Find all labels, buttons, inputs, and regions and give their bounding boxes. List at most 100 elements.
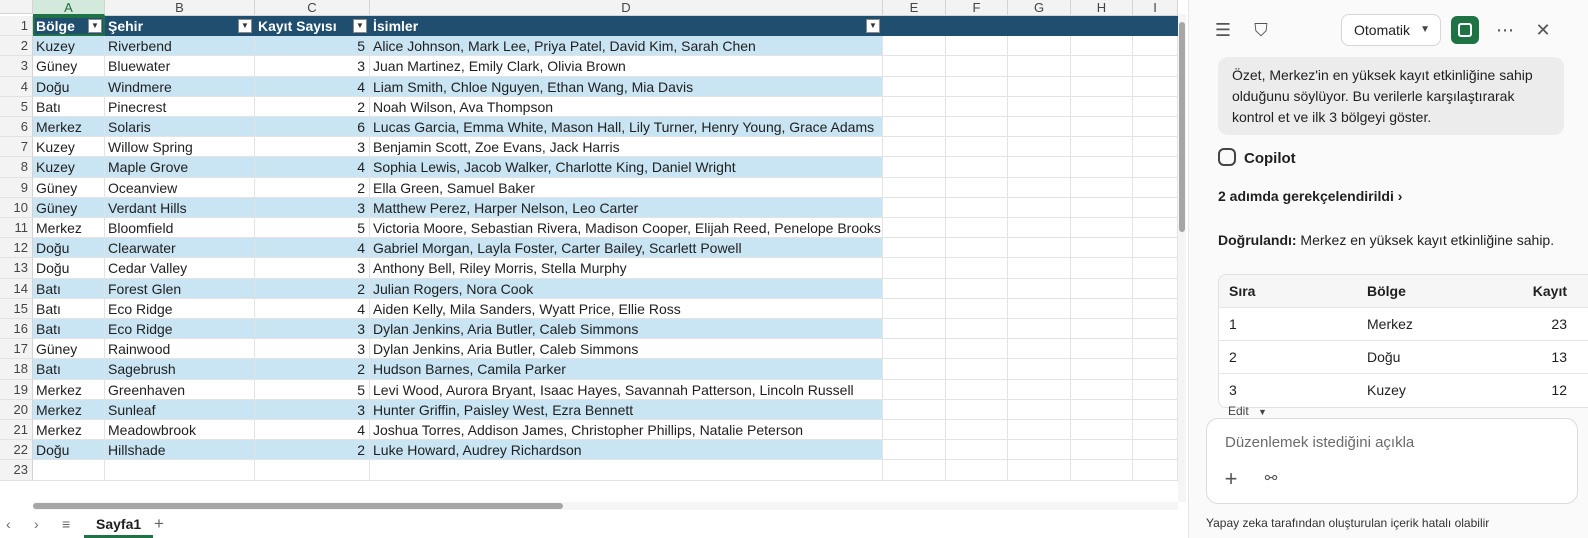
cell[interactable] bbox=[1008, 359, 1071, 380]
cell[interactable]: 3 bbox=[255, 339, 370, 360]
cell[interactable] bbox=[1133, 258, 1178, 279]
cell[interactable]: Kuzey bbox=[33, 137, 105, 158]
column-header-i[interactable]: I bbox=[1133, 0, 1178, 16]
cell[interactable] bbox=[1071, 258, 1133, 279]
table-header-cell[interactable]: Bölge ▼ bbox=[33, 16, 105, 37]
cell[interactable]: Ella Green, Samuel Baker bbox=[370, 177, 883, 198]
cell[interactable]: Windmere bbox=[105, 76, 255, 97]
cell[interactable] bbox=[883, 258, 946, 279]
cell[interactable] bbox=[946, 117, 1008, 138]
filter-dropdown-icon[interactable]: ▼ bbox=[238, 19, 252, 33]
row-header[interactable]: 13 bbox=[0, 258, 33, 279]
shield-icon[interactable]: ⛉ bbox=[1247, 16, 1275, 44]
cell[interactable] bbox=[1071, 96, 1133, 117]
cell[interactable] bbox=[1008, 56, 1071, 77]
cell[interactable] bbox=[105, 460, 255, 481]
next-sheet-icon[interactable]: › bbox=[34, 516, 39, 532]
cell[interactable]: 3 bbox=[255, 197, 370, 218]
cell[interactable] bbox=[1008, 319, 1071, 340]
row-header[interactable]: 21 bbox=[0, 420, 33, 441]
cell[interactable]: Sophia Lewis, Jacob Walker, Charlotte Ki… bbox=[370, 157, 883, 178]
cell[interactable] bbox=[946, 76, 1008, 97]
row-header[interactable]: 1 bbox=[0, 16, 33, 37]
cell[interactable] bbox=[883, 36, 946, 57]
cell[interactable]: Kuzey bbox=[33, 157, 105, 178]
add-attachment-icon[interactable]: + bbox=[1217, 465, 1245, 493]
cell[interactable]: 2 bbox=[255, 96, 370, 117]
cell[interactable] bbox=[946, 56, 1008, 77]
cell[interactable] bbox=[883, 379, 946, 400]
row-header[interactable]: 19 bbox=[0, 379, 33, 400]
horizontal-scroll-thumb[interactable] bbox=[33, 503, 563, 509]
cell[interactable] bbox=[1008, 399, 1071, 420]
cell[interactable] bbox=[1071, 278, 1133, 299]
cell[interactable] bbox=[946, 16, 1008, 37]
cell[interactable] bbox=[1133, 197, 1178, 218]
add-sheet-icon[interactable]: + bbox=[154, 514, 164, 534]
filter-dropdown-icon[interactable]: ▼ bbox=[866, 19, 880, 33]
cell[interactable] bbox=[1071, 16, 1133, 37]
row-header[interactable]: 4 bbox=[0, 76, 33, 97]
column-header-d[interactable]: D bbox=[370, 0, 883, 16]
cell[interactable]: Maple Grove bbox=[105, 157, 255, 178]
cell[interactable] bbox=[883, 359, 946, 380]
row-header[interactable]: 12 bbox=[0, 238, 33, 259]
cell[interactable]: Joshua Torres, Addison James, Christophe… bbox=[370, 420, 883, 441]
cell[interactable] bbox=[883, 96, 946, 117]
cell[interactable] bbox=[1071, 420, 1133, 441]
cell[interactable]: Greenhaven bbox=[105, 379, 255, 400]
cell[interactable] bbox=[1071, 238, 1133, 259]
cell[interactable] bbox=[1133, 96, 1178, 117]
cell[interactable] bbox=[1133, 76, 1178, 97]
reasoning-steps-toggle[interactable]: 2 adımda gerekçelendirildi › bbox=[1218, 188, 1402, 204]
cell[interactable] bbox=[946, 319, 1008, 340]
row-header[interactable]: 5 bbox=[0, 96, 33, 117]
cell[interactable] bbox=[1071, 177, 1133, 198]
cell[interactable]: Julian Rogers, Nora Cook bbox=[370, 278, 883, 299]
cell[interactable]: 4 bbox=[255, 76, 370, 97]
row-header[interactable]: 3 bbox=[0, 56, 33, 77]
cell[interactable]: 5 bbox=[255, 379, 370, 400]
cell[interactable] bbox=[883, 137, 946, 158]
cell[interactable]: Pinecrest bbox=[105, 96, 255, 117]
cell[interactable]: Doğu bbox=[33, 258, 105, 279]
cell[interactable] bbox=[883, 76, 946, 97]
cell[interactable] bbox=[883, 319, 946, 340]
prompt-input[interactable] bbox=[1225, 431, 1555, 453]
cell[interactable] bbox=[883, 440, 946, 461]
cell[interactable]: 2 bbox=[255, 177, 370, 198]
prev-sheet-icon[interactable]: ‹ bbox=[6, 516, 11, 532]
cell[interactable] bbox=[883, 197, 946, 218]
cell[interactable] bbox=[1071, 298, 1133, 319]
cell[interactable]: Sagebrush bbox=[105, 359, 255, 380]
cell[interactable] bbox=[1008, 16, 1071, 37]
row-header[interactable]: 23 bbox=[0, 460, 33, 481]
cell[interactable] bbox=[255, 460, 370, 481]
cell[interactable] bbox=[1133, 379, 1178, 400]
cell[interactable] bbox=[883, 218, 946, 239]
cell[interactable] bbox=[1008, 379, 1071, 400]
cell[interactable] bbox=[946, 339, 1008, 360]
cell[interactable]: Aiden Kelly, Mila Sanders, Wyatt Price, … bbox=[370, 298, 883, 319]
edit-menu[interactable]: Edit ▼ bbox=[1228, 404, 1267, 418]
cell[interactable]: Güney bbox=[33, 56, 105, 77]
cell[interactable] bbox=[1133, 440, 1178, 461]
cell[interactable] bbox=[1008, 218, 1071, 239]
link-icon[interactable]: ⚯ bbox=[1257, 465, 1285, 493]
cell[interactable] bbox=[946, 96, 1008, 117]
cell[interactable] bbox=[1071, 339, 1133, 360]
cell[interactable]: 4 bbox=[255, 238, 370, 259]
new-chat-button[interactable] bbox=[1451, 16, 1479, 44]
row-header[interactable]: 22 bbox=[0, 440, 33, 461]
cell[interactable] bbox=[1133, 399, 1178, 420]
cell[interactable]: Batı bbox=[33, 278, 105, 299]
cell[interactable] bbox=[1133, 238, 1178, 259]
cell[interactable] bbox=[1133, 157, 1178, 178]
cell[interactable] bbox=[1008, 36, 1071, 57]
cell[interactable]: 3 bbox=[255, 137, 370, 158]
cell[interactable]: Güney bbox=[33, 177, 105, 198]
cell[interactable] bbox=[1071, 157, 1133, 178]
horizontal-scrollbar[interactable] bbox=[33, 502, 1178, 510]
cell[interactable]: Batı bbox=[33, 319, 105, 340]
cell[interactable]: Hillshade bbox=[105, 440, 255, 461]
